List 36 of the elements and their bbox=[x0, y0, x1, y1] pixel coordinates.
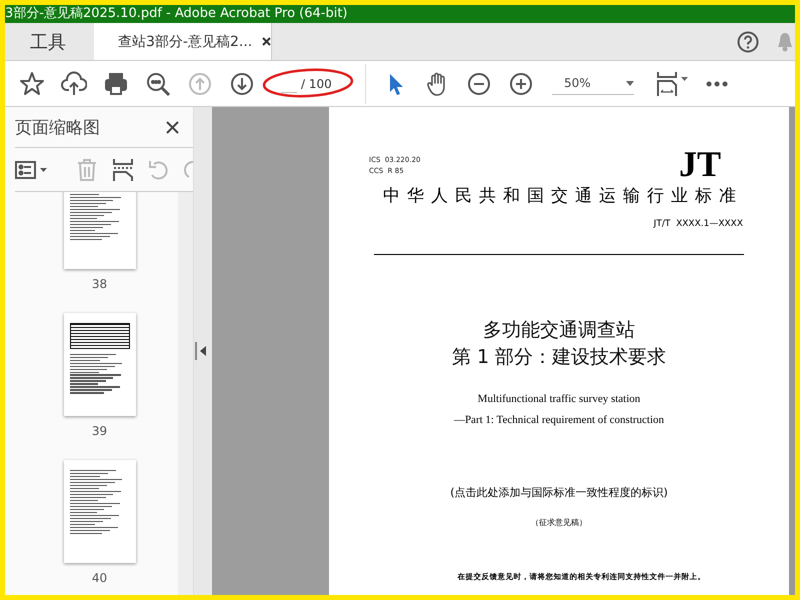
page-number: 39 bbox=[92, 424, 108, 438]
zoom-in-icon[interactable] bbox=[508, 70, 534, 96]
document-title: 多功能交通调查站 bbox=[483, 318, 635, 343]
english-title: Multifunctional traffic survey station bbox=[478, 392, 640, 407]
tab[interactable]: 工具 bbox=[5, 23, 94, 60]
printer-icon[interactable] bbox=[103, 70, 129, 96]
standard-logo: JT bbox=[678, 147, 721, 181]
page-count: / 100 bbox=[301, 76, 332, 90]
caret-icon[interactable] bbox=[626, 80, 634, 86]
star-icon[interactable] bbox=[19, 70, 45, 96]
zoom-out-icon[interactable] bbox=[466, 70, 492, 96]
panel-title: 页面缩略图 bbox=[15, 116, 100, 138]
page-thumbnail[interactable] bbox=[64, 192, 136, 269]
english-title: —Part 1: Technical requirement of construction bbox=[454, 413, 664, 428]
page-number: 38 bbox=[92, 277, 108, 291]
collapse-arrow-icon[interactable] bbox=[200, 346, 206, 356]
fit-page-icon[interactable] bbox=[656, 70, 690, 96]
page-thumbnail[interactable] bbox=[64, 460, 136, 563]
window-title: 3部分-意见稿2025.10.pdf - Adobe Acrobat Pro (64-bit) bbox=[5, 6, 348, 21]
scrollbar[interactable] bbox=[178, 192, 193, 595]
draft-label: （征求意见稿） bbox=[531, 517, 587, 528]
standard-number: JT/T XXXX.1—XXXX bbox=[654, 219, 743, 229]
help-icon[interactable] bbox=[737, 30, 759, 52]
page-thumbnail[interactable] bbox=[64, 313, 136, 416]
more-icon[interactable] bbox=[706, 80, 728, 86]
search-icon[interactable] bbox=[145, 70, 171, 96]
page-split-icon[interactable] bbox=[111, 158, 135, 182]
close-icon[interactable] bbox=[262, 37, 272, 46]
zoom-dropdown[interactable]: 50% bbox=[552, 72, 634, 95]
standard-heading: 中华人民共和国交通运输行业标准 bbox=[383, 185, 743, 207]
cloud-upload-icon[interactable] bbox=[61, 70, 87, 96]
close-icon[interactable] bbox=[166, 120, 179, 134]
tab[interactable]: 查站3部分-意见稿2... bbox=[94, 23, 272, 60]
page-number: 40 bbox=[92, 571, 108, 585]
conformity-note[interactable]: (点击此处添加与国际标准一致性程度的标识) bbox=[450, 485, 668, 500]
document-title: 第 1 部分：建设技术要求 bbox=[452, 345, 666, 370]
